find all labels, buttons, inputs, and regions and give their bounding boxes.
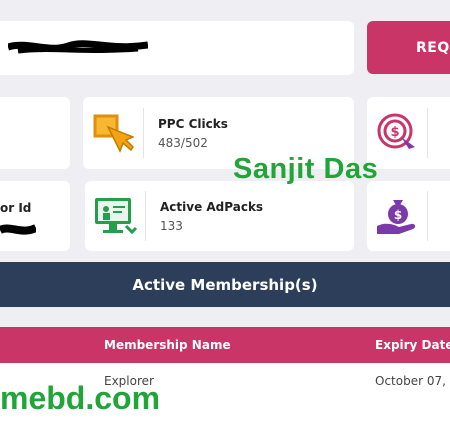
- column-header-expiry-date: Expiry Date: [375, 338, 450, 352]
- active-adpacks-label: Active AdPacks: [160, 199, 264, 214]
- membership-banner: Active Membership(s): [0, 262, 450, 307]
- divider: [427, 108, 428, 158]
- stat-card-left-top: [0, 97, 70, 169]
- stat-card-right-bottom: $: [367, 181, 450, 251]
- redacted-text: [8, 40, 148, 54]
- active-adpacks-value: 133: [160, 218, 183, 233]
- adpack-monitor-icon: [85, 194, 145, 238]
- money-bag-hand-icon: $: [367, 194, 427, 238]
- target-dollar-icon: $: [367, 111, 427, 155]
- stat-card-left-bottom: or Id: [0, 181, 70, 251]
- column-header-membership-name: Membership Name: [104, 338, 231, 352]
- request-button[interactable]: REQU: [367, 21, 450, 74]
- watermark-name: Sanjit Das: [233, 153, 379, 185]
- svg-text:$: $: [394, 208, 402, 222]
- stat-card-right-top: $: [367, 97, 450, 169]
- divider: [427, 191, 428, 241]
- membership-title: Active Membership(s): [132, 275, 318, 294]
- svg-text:$: $: [390, 125, 399, 140]
- id-label: or Id: [0, 201, 32, 215]
- ppc-clicks-label: PPC Clicks: [158, 116, 228, 131]
- cursor-click-icon: [83, 111, 143, 155]
- ppc-clicks-value: 483/502: [158, 135, 208, 150]
- expiry-date-cell: October 07,: [375, 374, 446, 388]
- request-button-label: REQU: [416, 39, 450, 56]
- redacted-id: [0, 224, 36, 235]
- membership-table-header: Membership Name Expiry Date: [0, 327, 450, 363]
- watermark-url: mebd.com: [0, 380, 161, 416]
- stat-card-active-adpacks: Active AdPacks 133: [85, 181, 354, 251]
